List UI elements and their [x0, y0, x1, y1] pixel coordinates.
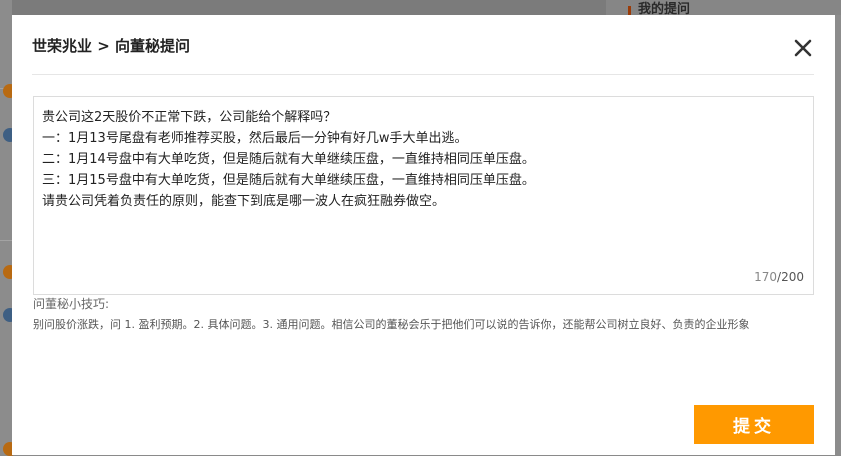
submit-button[interactable]: 提交	[694, 405, 814, 444]
char-count-used: 170	[754, 270, 778, 284]
background-my-questions-tab: 我的提问	[606, 0, 841, 16]
tab-marker	[628, 6, 631, 15]
dialog-title: 世荣兆业 > 向董秘提问	[32, 37, 191, 55]
background-divider	[0, 240, 12, 241]
close-button[interactable]	[792, 37, 814, 59]
char-count-max: /200	[777, 270, 804, 284]
tips-title: 问董秘小技巧:	[33, 297, 110, 311]
question-text: 贵公司这2天股价不正常下跌，公司能给个解释吗？ 一：1月13号尾盘有老师推荐买股…	[42, 110, 535, 209]
background-right-strip	[835, 0, 841, 455]
close-icon	[794, 39, 812, 57]
ask-secretary-dialog: 世荣兆业 > 向董秘提问 贵公司这2天股价不正常下跌，公司能给个解释吗？ 一：1…	[12, 15, 835, 455]
question-textarea[interactable]: 贵公司这2天股价不正常下跌，公司能给个解释吗？ 一：1月13号尾盘有老师推荐买股…	[33, 96, 814, 295]
tips-body: 别问股价涨跌，问 1. 盈利预期。2. 具体问题。3. 通用问题。相信公司的董秘…	[33, 318, 750, 331]
background-left-strip	[0, 0, 12, 455]
char-counter: 170/200	[754, 270, 804, 284]
dialog-header: 世荣兆业 > 向董秘提问	[32, 15, 814, 75]
